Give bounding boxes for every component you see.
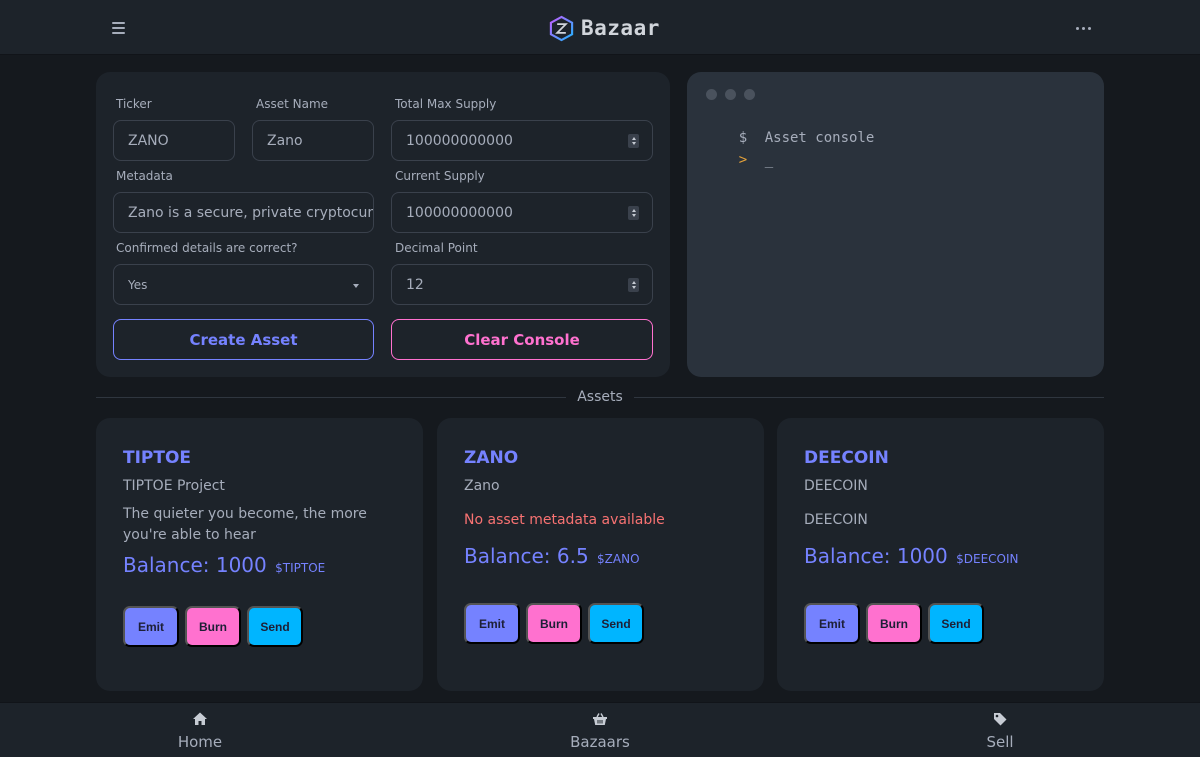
- asset-ticker: TIPTOE: [123, 448, 192, 468]
- emit-button[interactable]: Emit: [123, 606, 179, 647]
- current-supply-input[interactable]: 100000000000: [391, 192, 653, 233]
- bottom-nav: Home Bazaars Sell: [0, 702, 1200, 757]
- clear-console-button[interactable]: Clear Console: [391, 319, 653, 360]
- asset-name: DEECOIN: [804, 478, 868, 494]
- balance-amount: Balance: 1000: [123, 553, 267, 577]
- confirmed-select-value: Yes: [128, 277, 148, 292]
- decimal-point-input[interactable]: 12: [391, 264, 653, 305]
- send-button[interactable]: Send: [588, 603, 644, 644]
- asset-name-label: Asset Name: [256, 97, 329, 111]
- confirmed-select[interactable]: Yes: [113, 264, 374, 305]
- number-spinner-icon[interactable]: [628, 206, 639, 220]
- bottom-nav-label: Bazaars: [570, 733, 630, 751]
- confirmed-label: Confirmed details are correct?: [116, 241, 298, 255]
- bottom-nav-home[interactable]: Home: [0, 703, 400, 757]
- asset-metadata-missing: No asset metadata available: [464, 512, 665, 528]
- burn-button[interactable]: Burn: [866, 603, 922, 644]
- balance-symbol: $TIPTOE: [275, 561, 326, 575]
- caret-down-icon: [353, 284, 359, 288]
- asset-card-tiptoe: TIPTOE TIPTOE Project The quieter you be…: [96, 418, 423, 691]
- send-button[interactable]: Send: [928, 603, 984, 644]
- scrollbar-track[interactable]: [1192, 55, 1200, 702]
- balance-symbol: $DEECOIN: [956, 552, 1019, 566]
- ellipsis-icon[interactable]: [1070, 16, 1096, 40]
- assets-divider-label: Assets: [577, 389, 623, 405]
- window-dot-icon: [744, 89, 755, 100]
- burn-button[interactable]: Burn: [526, 603, 582, 644]
- asset-ticker: DEECOIN: [804, 448, 889, 468]
- bottom-nav-sell[interactable]: Sell: [800, 703, 1200, 757]
- console-line: > _: [705, 136, 773, 184]
- asset-balance: Balance: 6.5 $ZANO: [464, 544, 640, 568]
- asset-card-deecoin: DEECOIN DEECOIN DEECOIN Balance: 1000 $D…: [777, 418, 1104, 691]
- window-dot-icon: [706, 89, 717, 100]
- balance-amount: Balance: 1000: [804, 544, 948, 568]
- balance-amount: Balance: 6.5: [464, 544, 589, 568]
- metadata-input[interactable]: Zano is a secure, private cryptocurrency: [113, 192, 374, 233]
- emit-button[interactable]: Emit: [464, 603, 520, 644]
- emit-button[interactable]: Emit: [804, 603, 860, 644]
- decimal-point-value: 12: [406, 276, 424, 293]
- console-cursor: _: [764, 152, 774, 168]
- balance-symbol: $ZANO: [597, 552, 640, 566]
- asset-name: Zano: [464, 478, 500, 494]
- asset-ticker: ZANO: [464, 448, 519, 468]
- asset-card-zano: ZANO Zano No asset metadata available Ba…: [437, 418, 764, 691]
- divider-line: [634, 397, 1104, 398]
- asset-name: TIPTOE Project: [123, 478, 225, 494]
- total-max-supply-value: 100000000000: [406, 132, 513, 149]
- zano-logo-icon: [549, 15, 574, 41]
- brand[interactable]: Bazaar: [548, 12, 660, 44]
- number-spinner-icon[interactable]: [628, 278, 639, 292]
- create-asset-button[interactable]: Create Asset: [113, 319, 374, 360]
- current-supply-label: Current Supply: [395, 169, 485, 183]
- ticker-input[interactable]: ZANO: [113, 120, 235, 161]
- send-button[interactable]: Send: [247, 606, 303, 647]
- asset-name-input[interactable]: Zano: [252, 120, 374, 161]
- home-icon: [193, 712, 207, 725]
- hamburger-icon[interactable]: [106, 16, 130, 40]
- asset-console: $ Asset console > _: [687, 72, 1104, 377]
- asset-balance: Balance: 1000 $DEECOIN: [804, 544, 1019, 568]
- console-text: Asset console: [764, 130, 875, 146]
- total-max-supply-label: Total Max Supply: [395, 97, 497, 111]
- create-asset-form: Ticker ZANO Asset Name Zano Total Max Su…: [96, 72, 670, 377]
- top-navbar: Bazaar: [0, 0, 1200, 55]
- basket-icon: [593, 713, 607, 725]
- bottom-nav-bazaars[interactable]: Bazaars: [400, 703, 800, 757]
- asset-metadata: DEECOIN: [804, 512, 868, 528]
- bottom-nav-label: Home: [177, 733, 223, 751]
- ticker-label: Ticker: [116, 97, 152, 111]
- window-dot-icon: [725, 89, 736, 100]
- console-prompt: >: [738, 152, 748, 168]
- brand-title: Bazaar: [581, 16, 660, 40]
- current-supply-value: 100000000000: [406, 204, 513, 221]
- bottom-nav-label: Sell: [986, 733, 1014, 751]
- divider-line: [96, 397, 566, 398]
- tag-icon: [994, 713, 1007, 726]
- number-spinner-icon[interactable]: [628, 134, 639, 148]
- metadata-label: Metadata: [116, 169, 173, 183]
- total-max-supply-input[interactable]: 100000000000: [391, 120, 653, 161]
- burn-button[interactable]: Burn: [185, 606, 241, 647]
- asset-metadata: The quieter you become, the more you're …: [123, 506, 367, 543]
- decimal-point-label: Decimal Point: [395, 241, 478, 255]
- asset-balance: Balance: 1000 $TIPTOE: [123, 553, 325, 577]
